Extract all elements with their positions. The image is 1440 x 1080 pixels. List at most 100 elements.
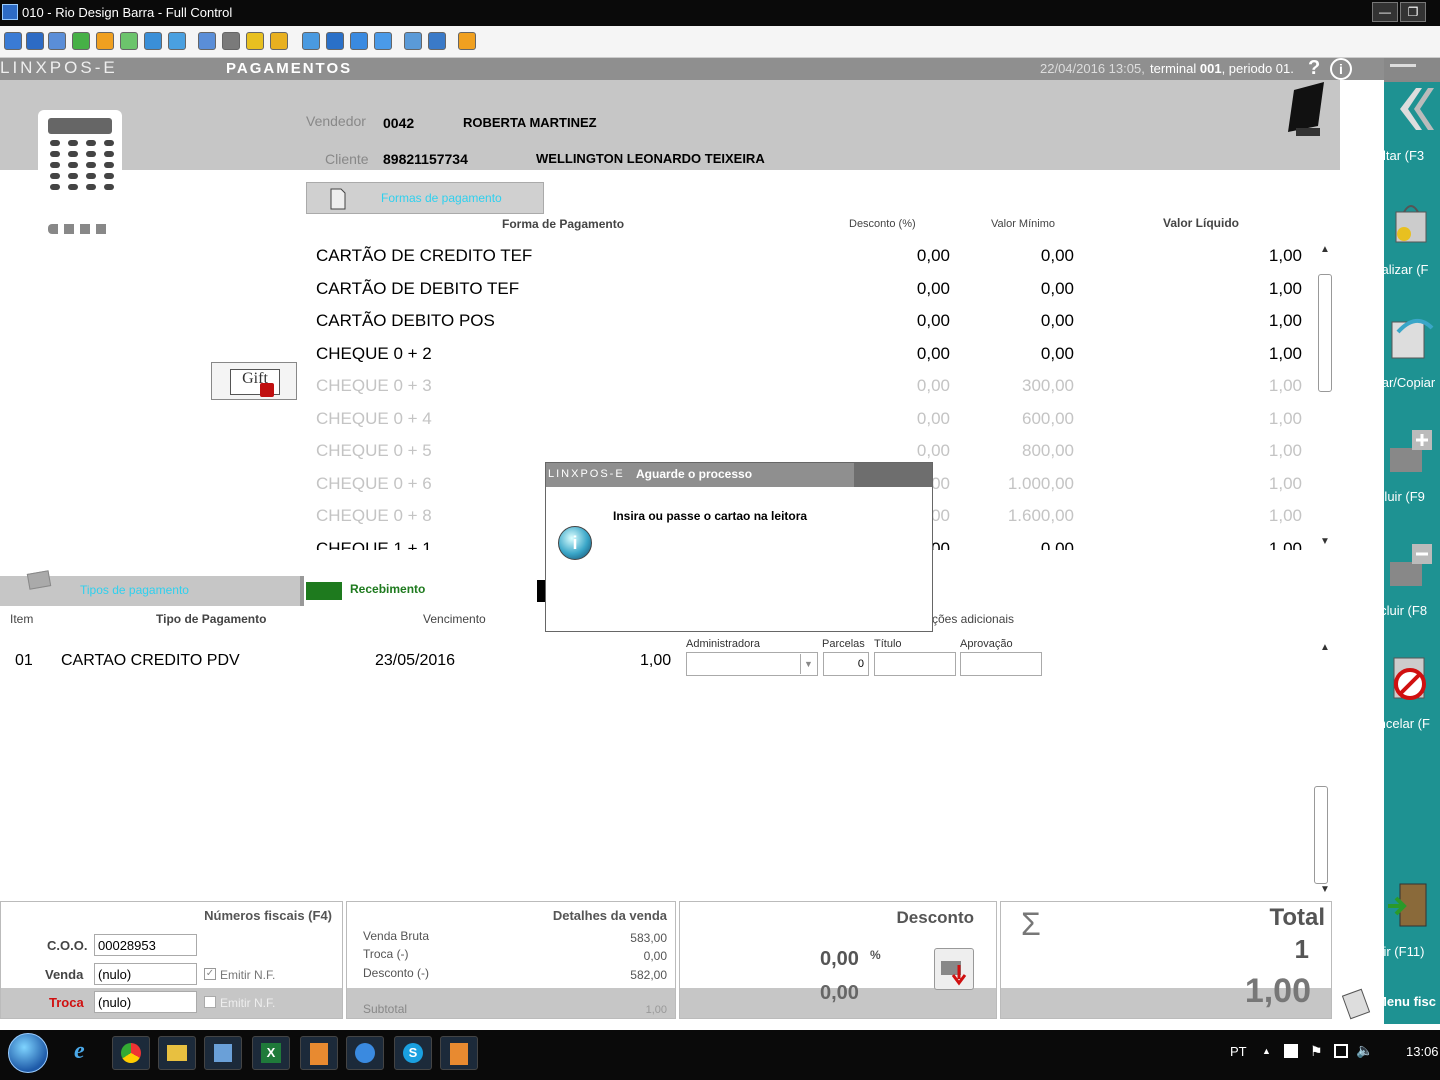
payment-form-net: 1,00 (1268, 343, 1302, 363)
coo-input[interactable] (94, 934, 197, 956)
taskbar-explorer-icon[interactable] (158, 1036, 196, 1070)
subtotal-value: 1,00 (645, 1004, 667, 1016)
start-button[interactable] (8, 1033, 48, 1073)
table-row[interactable]: 01 CARTAO CREDITO PDV 23/05/2016 1,00 (0, 646, 680, 676)
types-scroll-up-icon[interactable]: ▲ (1320, 642, 1330, 653)
payment-form-net: 1,00 (1268, 246, 1302, 265)
payment-form-discount: 0,00 (916, 376, 950, 395)
aprovacao-input[interactable] (960, 652, 1042, 676)
types-scroll-down-icon[interactable]: ▼ (1320, 884, 1330, 895)
help-button[interactable]: ? (1308, 57, 1320, 80)
types-scrollbar[interactable] (1314, 786, 1328, 884)
sidebar-cancelar[interactable]: Cancelar (F (1352, 716, 1440, 731)
discount-title: Desconto (896, 908, 974, 927)
taskbar-document2-icon[interactable] (440, 1036, 478, 1070)
toolbar-close-icon[interactable] (458, 32, 476, 50)
payment-form-row[interactable]: CHEQUE 0 + 4 0,00 600,00 1,00 (316, 403, 1306, 435)
toolbar-user-icon[interactable] (198, 32, 216, 50)
info-button[interactable]: i (1330, 58, 1352, 80)
sidebar-voltar[interactable]: Voltar (F3 (1352, 148, 1440, 163)
titulo-input[interactable] (874, 652, 956, 676)
toolbar-sync-icon[interactable] (374, 32, 392, 50)
payment-form-discount: 00 (931, 538, 950, 551)
toolbar-fit-icon[interactable] (326, 32, 344, 50)
payment-form-min: 0,00 (1040, 246, 1074, 265)
sidebar-menu-fiscal[interactable]: Menu fisc (1372, 994, 1440, 1009)
payment-form-row[interactable]: CARTÃO DE CREDITO TEF 0,00 0,00 1,00 (316, 240, 1306, 272)
total-panel: Σ Total 1 1,00 (1000, 901, 1332, 1019)
col-item: Item (10, 612, 34, 626)
tray-display-icon[interactable] (1334, 1044, 1348, 1058)
sidebar-sair[interactable]: Sair (F11) (1352, 944, 1440, 959)
chevron-down-icon[interactable]: ▼ (800, 654, 816, 674)
app-header: LINXPOS-E PAGAMENTOS 22/04/2016 13:05, t… (0, 57, 1384, 80)
language-indicator[interactable]: PT (1230, 1044, 1247, 1059)
payment-form-row[interactable]: CHEQUE 0 + 3 0,00 300,00 1,00 (316, 370, 1306, 402)
col-vencimento: Vencimento (423, 612, 486, 626)
payment-form-row[interactable]: CARTÃO DEBITO POS 0,00 0,00 1,00 (316, 305, 1306, 337)
toolbar-window-icon[interactable] (4, 32, 22, 50)
list-scroll-up-icon[interactable]: ▲ (1320, 244, 1330, 255)
sidebar-liberar-copiar[interactable]: Liberar/Copiar (1350, 375, 1438, 390)
toolbar-tools-icon[interactable] (428, 32, 446, 50)
maximize-button[interactable]: ❐ (1400, 2, 1426, 22)
tray-network-icon[interactable] (1284, 1044, 1298, 1058)
toolbar-screen-icon[interactable] (26, 32, 44, 50)
dialog-header-dark (854, 463, 932, 487)
sidebar-excluir[interactable]: Excluir (F8 (1352, 603, 1440, 618)
toolbar-lock-icon[interactable] (246, 32, 264, 50)
toolbar-message-icon[interactable] (168, 32, 186, 50)
troca-emit-checkbox[interactable] (204, 996, 216, 1008)
calculator-dots (48, 224, 112, 234)
tab-payment-types[interactable]: Tipos de pagamento (0, 570, 300, 606)
taskbar-remote-icon[interactable] (346, 1036, 384, 1070)
tab-recebimento[interactable]: Recebimento (350, 582, 425, 596)
venda-emit-checkbox[interactable]: ✓ (204, 968, 216, 980)
payment-form-discount: 0,00 (916, 343, 950, 363)
tray-expand-icon[interactable]: ▲ (1262, 1046, 1271, 1056)
venda-input[interactable] (94, 963, 197, 985)
toolbar-copy-icon[interactable] (404, 32, 422, 50)
payment-form-discount: 0,00 (916, 246, 950, 265)
taskbar-excel-icon[interactable]: X (252, 1036, 290, 1070)
toolbar-fullscreen-icon[interactable] (302, 32, 320, 50)
taskbar-clock[interactable]: 13:06 (1406, 1044, 1439, 1059)
sidebar-menu-icon[interactable] (1390, 64, 1416, 67)
app-icon (2, 4, 18, 20)
discount-pct: 0,00 (820, 948, 859, 970)
toolbar-terminal-icon[interactable] (48, 32, 66, 50)
toolbar-chat-icon[interactable] (120, 32, 138, 50)
taskbar-chrome-icon[interactable] (112, 1036, 150, 1070)
details-title: Detalhes da venda (552, 908, 667, 923)
minimize-button[interactable]: — (1372, 2, 1398, 22)
taskbar-document-icon[interactable] (300, 1036, 338, 1070)
tab-payment-forms[interactable]: Formas de pagamento (306, 182, 544, 214)
toolbar-unlock-icon[interactable] (270, 32, 288, 50)
total-count: 1 (1294, 934, 1309, 964)
info-icon: i (558, 526, 592, 560)
administradora-select[interactable] (686, 652, 818, 676)
toolbar-transfer-icon[interactable] (72, 32, 90, 50)
payment-form-net: 1,00 (1268, 311, 1302, 330)
sidebar-incluir[interactable]: Incluir (F9 (1352, 489, 1440, 504)
tray-volume-icon[interactable]: 🔈 (1356, 1042, 1373, 1059)
payment-form-row[interactable]: CARTÃO DE DEBITO TEF 0,00 0,00 1,00 (316, 273, 1306, 305)
tray-flag-icon[interactable]: ⚑ (1310, 1043, 1323, 1060)
parcelas-input[interactable] (823, 652, 869, 676)
ie-icon[interactable]: e (74, 1038, 85, 1065)
fiscal-menu-icon (1342, 988, 1371, 1020)
toolbar-users-icon[interactable] (222, 32, 240, 50)
toolbar-phone-icon[interactable] (144, 32, 162, 50)
forms-scrollbar[interactable] (1318, 274, 1332, 392)
toolbar-clock-icon[interactable] (96, 32, 114, 50)
taskbar-skype-icon[interactable]: S (394, 1036, 432, 1070)
payment-form-row[interactable]: CHEQUE 0 + 2 0,00 0,00 1,00 (316, 338, 1306, 370)
list-scroll-down-icon[interactable]: ▼ (1320, 536, 1330, 547)
sidebar-finalizar[interactable]: Finalizar (F (1352, 262, 1440, 277)
apply-discount-button[interactable] (934, 948, 974, 990)
toolbar-scale-icon[interactable] (350, 32, 368, 50)
troca-input[interactable] (94, 991, 197, 1013)
col-informacoes-adicionais: ções adicionais (932, 612, 1015, 626)
taskbar-app-icon[interactable] (204, 1036, 242, 1070)
fiscal-numbers-panel: Números fiscais (F4) C.O.O. Venda ✓ Emit… (0, 901, 343, 1019)
